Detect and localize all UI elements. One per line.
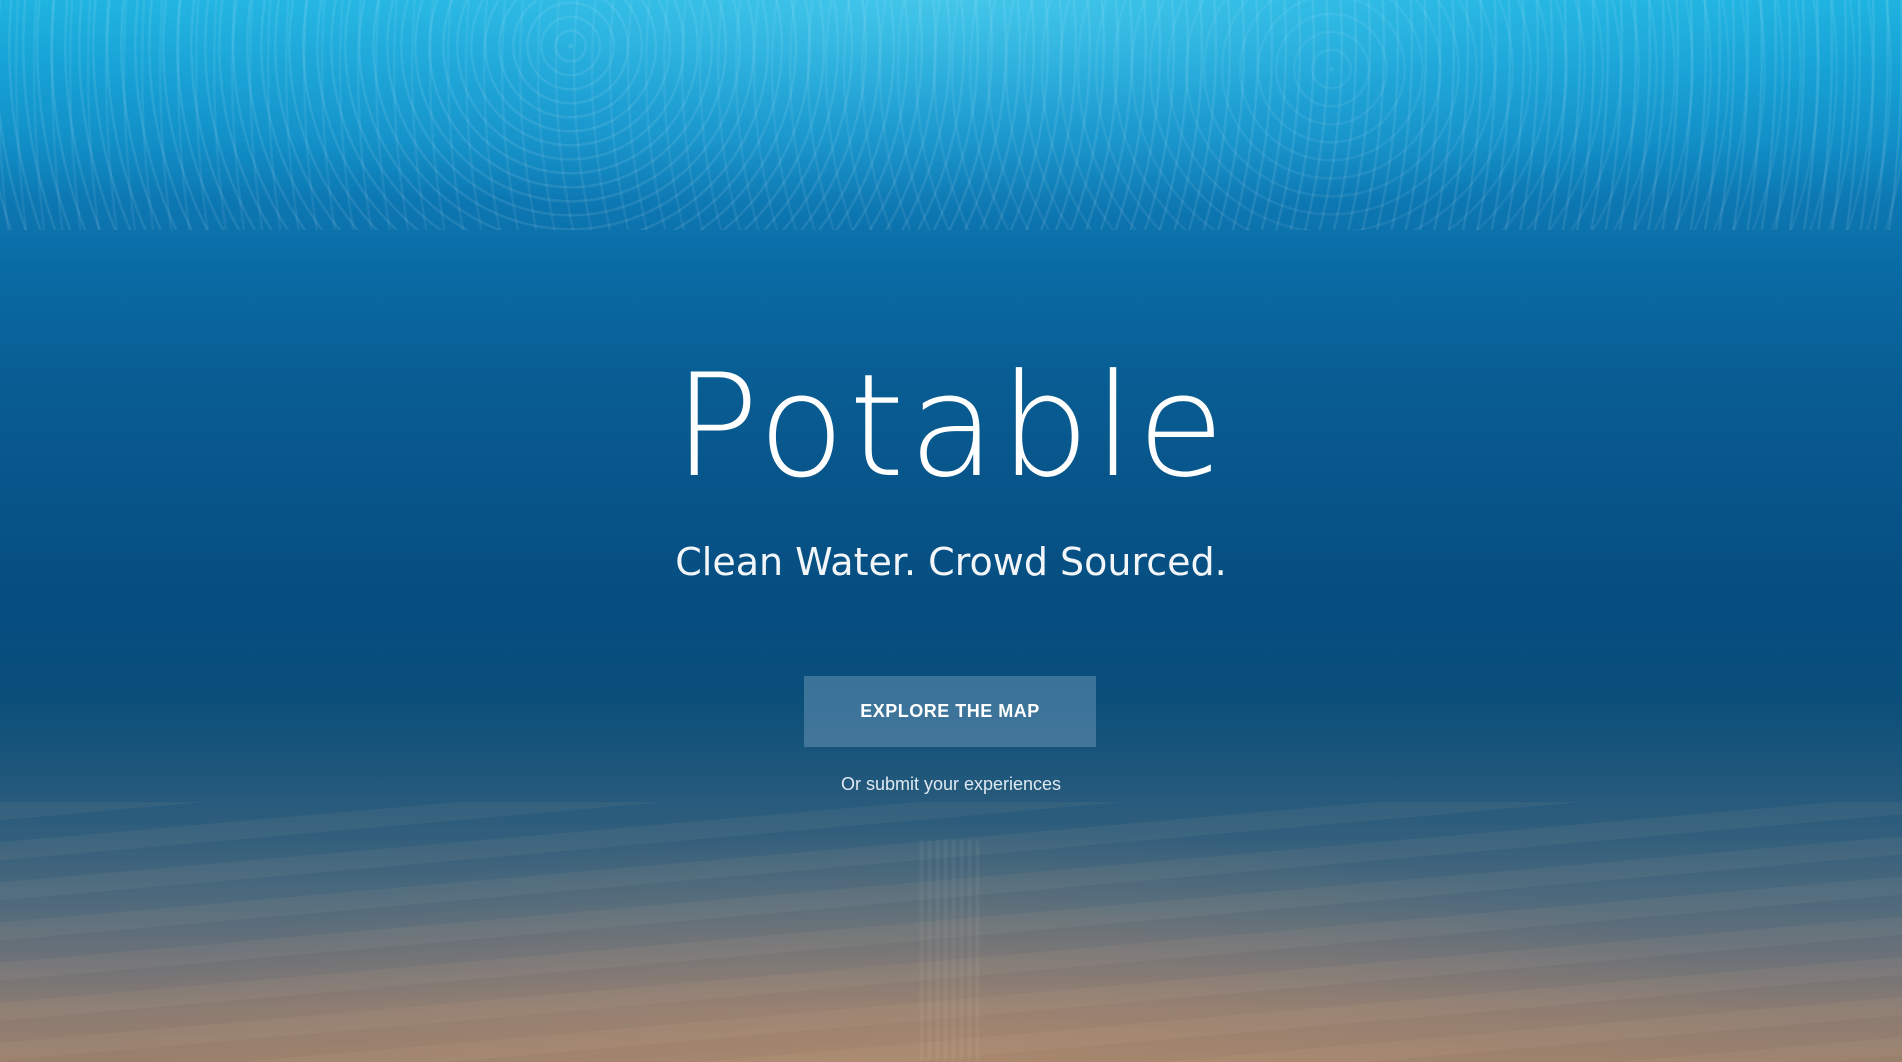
explore-map-button[interactable]: EXPLORE THE MAP	[804, 676, 1096, 747]
hero-content: Potable Clean Water. Crowd Sourced. EXPL…	[0, 0, 1902, 1062]
tagline: Clean Water. Crowd Sourced.	[675, 540, 1227, 584]
page-title: Potable	[673, 344, 1229, 509]
submit-experiences-link[interactable]: Or submit your experiences	[0, 772, 1902, 796]
hero-background: Potable Clean Water. Crowd Sourced. EXPL…	[0, 0, 1902, 1062]
